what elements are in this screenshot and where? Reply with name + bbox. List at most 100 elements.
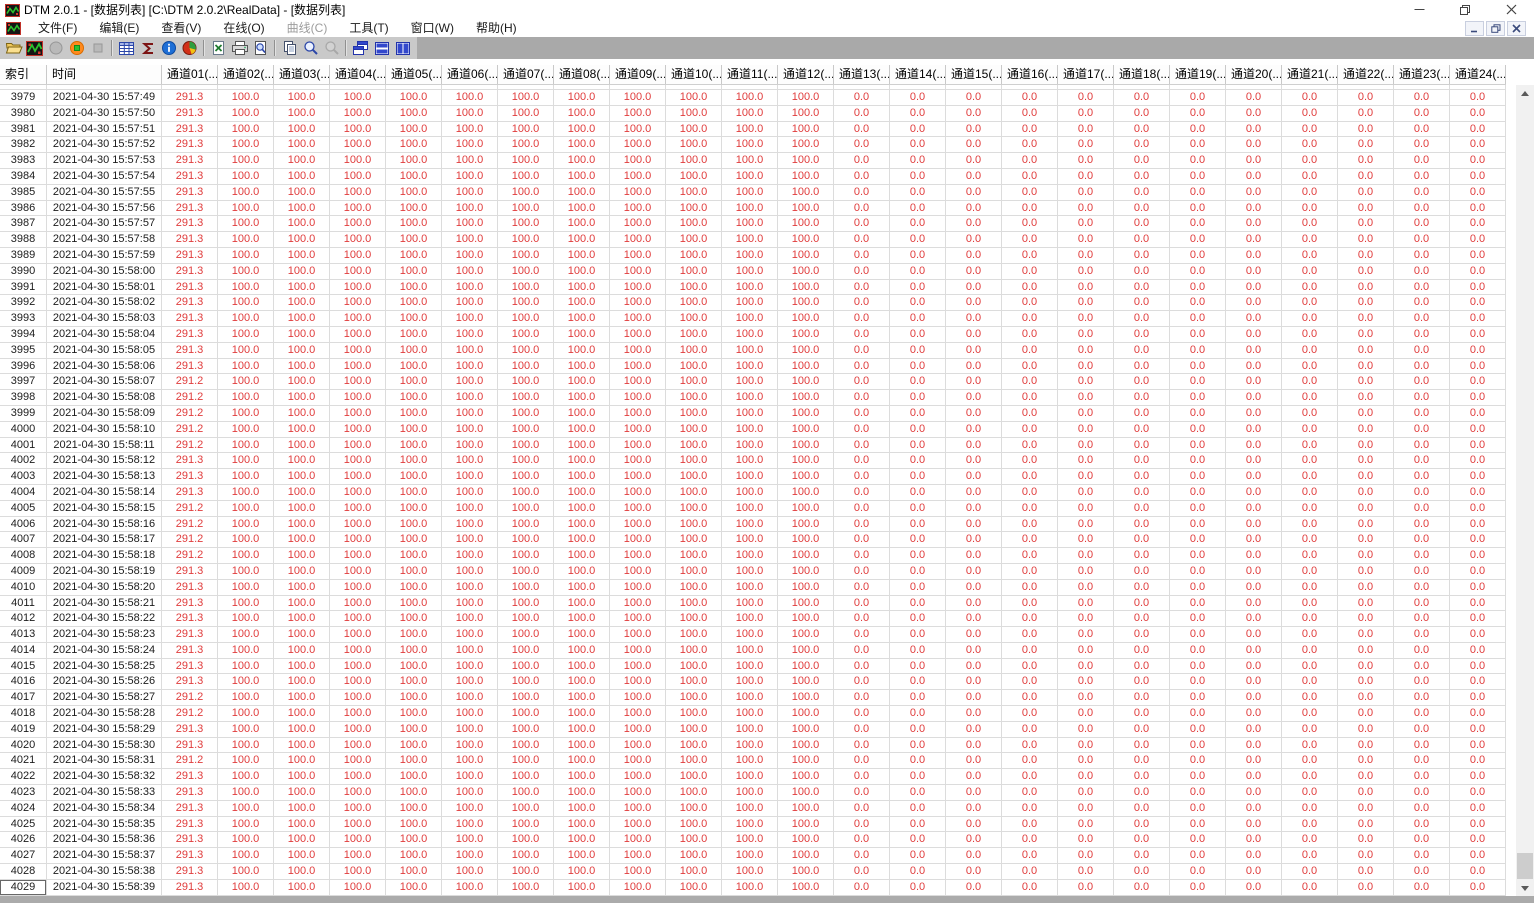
cell-ch04[interactable]: 100.0 bbox=[330, 611, 386, 627]
cell-ch19[interactable]: 0.0 bbox=[1170, 453, 1226, 469]
cell-ch13[interactable]: 0.0 bbox=[834, 105, 890, 121]
cell-ch09[interactable]: 100.0 bbox=[610, 469, 666, 484]
cell-ch05[interactable]: 100.0 bbox=[386, 816, 442, 832]
cell-ch09[interactable]: 100.0 bbox=[610, 642, 666, 658]
cell-ch04[interactable]: 100.0 bbox=[330, 453, 386, 469]
cell-ch20[interactable]: 0.0 bbox=[1226, 627, 1282, 642]
cell-ch13[interactable]: 0.0 bbox=[834, 295, 890, 311]
cell-ch03[interactable]: 100.0 bbox=[274, 816, 330, 832]
cell-index[interactable]: 4011 bbox=[0, 595, 47, 611]
cell-ch07[interactable]: 100.0 bbox=[498, 548, 554, 563]
cell-ch20[interactable]: 0.0 bbox=[1226, 453, 1282, 469]
cell-ch01[interactable]: 291.2 bbox=[162, 516, 218, 532]
cell-ch11[interactable]: 100.0 bbox=[722, 453, 778, 469]
cell-ch01[interactable]: 291.3 bbox=[162, 216, 218, 232]
cell-ch16[interactable]: 0.0 bbox=[1002, 326, 1058, 342]
cell-index[interactable]: 4005 bbox=[0, 500, 47, 516]
cell-ch14[interactable]: 0.0 bbox=[890, 548, 946, 563]
cell-ch13[interactable]: 0.0 bbox=[834, 595, 890, 611]
cell-ch11[interactable]: 100.0 bbox=[722, 153, 778, 168]
cell-time[interactable]: 2021-04-30 15:57:56 bbox=[47, 200, 162, 216]
cell-ch08[interactable]: 100.0 bbox=[554, 279, 610, 295]
cell-ch08[interactable]: 100.0 bbox=[554, 532, 610, 548]
cell-ch15[interactable]: 0.0 bbox=[946, 469, 1002, 484]
cell-ch07[interactable]: 100.0 bbox=[498, 421, 554, 437]
cell-ch09[interactable]: 100.0 bbox=[610, 200, 666, 216]
cell-ch10[interactable]: 100.0 bbox=[666, 469, 722, 484]
cell-ch21[interactable]: 0.0 bbox=[1282, 690, 1338, 706]
cell-ch16[interactable]: 0.0 bbox=[1002, 295, 1058, 311]
cell-ch22[interactable]: 0.0 bbox=[1338, 437, 1394, 453]
cell-ch05[interactable]: 100.0 bbox=[386, 658, 442, 674]
cell-ch17[interactable]: 0.0 bbox=[1058, 548, 1114, 563]
cell-time[interactable]: 2021-04-30 15:58:23 bbox=[47, 627, 162, 642]
scrollbar-thumb[interactable] bbox=[1517, 853, 1533, 879]
cell-ch09[interactable]: 100.0 bbox=[610, 879, 666, 895]
cell-ch11[interactable]: 100.0 bbox=[722, 105, 778, 121]
cell-ch09[interactable]: 100.0 bbox=[610, 737, 666, 753]
cell-ch20[interactable]: 0.0 bbox=[1226, 721, 1282, 737]
cell-ch14[interactable]: 0.0 bbox=[890, 405, 946, 421]
cell-ch15[interactable]: 0.0 bbox=[946, 85, 1002, 89]
cell-ch08[interactable]: 100.0 bbox=[554, 611, 610, 627]
cell-ch19[interactable]: 0.0 bbox=[1170, 121, 1226, 137]
cell-ch21[interactable]: 0.0 bbox=[1282, 153, 1338, 168]
cell-index[interactable]: 4020 bbox=[0, 737, 47, 753]
cell-ch07[interactable]: 100.0 bbox=[498, 769, 554, 785]
cell-ch21[interactable]: 0.0 bbox=[1282, 721, 1338, 737]
cell-ch10[interactable]: 100.0 bbox=[666, 137, 722, 153]
cell-ch02[interactable]: 100.0 bbox=[218, 358, 274, 374]
cell-ch07[interactable]: 100.0 bbox=[498, 816, 554, 832]
cell-ch10[interactable]: 100.0 bbox=[666, 279, 722, 295]
cell-ch15[interactable]: 0.0 bbox=[946, 405, 1002, 421]
cell-ch18[interactable]: 0.0 bbox=[1114, 168, 1170, 184]
cell-ch08[interactable]: 100.0 bbox=[554, 674, 610, 690]
cell-ch21[interactable]: 0.0 bbox=[1282, 421, 1338, 437]
cell-ch03[interactable]: 100.0 bbox=[274, 642, 330, 658]
cell-ch16[interactable]: 0.0 bbox=[1002, 690, 1058, 706]
cell-time[interactable]: 2021-04-30 15:58:36 bbox=[47, 832, 162, 848]
cell-ch11[interactable]: 100.0 bbox=[722, 279, 778, 295]
cell-ch21[interactable]: 0.0 bbox=[1282, 390, 1338, 405]
cell-time[interactable]: 2021-04-30 15:58:05 bbox=[47, 342, 162, 358]
cell-ch08[interactable]: 100.0 bbox=[554, 121, 610, 137]
cell-ch21[interactable]: 0.0 bbox=[1282, 247, 1338, 263]
cell-ch02[interactable]: 100.0 bbox=[218, 706, 274, 721]
cell-ch07[interactable]: 100.0 bbox=[498, 753, 554, 769]
cell-ch14[interactable]: 0.0 bbox=[890, 563, 946, 579]
cell-ch01[interactable]: 291.2 bbox=[162, 374, 218, 390]
cell-index[interactable]: 4014 bbox=[0, 642, 47, 658]
cell-ch20[interactable]: 0.0 bbox=[1226, 263, 1282, 279]
cell-ch04[interactable]: 100.0 bbox=[330, 263, 386, 279]
cell-ch13[interactable]: 0.0 bbox=[834, 769, 890, 785]
cell-ch12[interactable]: 100.0 bbox=[778, 295, 834, 311]
cell-ch04[interactable]: 100.0 bbox=[330, 216, 386, 232]
cell-ch14[interactable]: 0.0 bbox=[890, 816, 946, 832]
cell-ch24[interactable]: 0.0 bbox=[1450, 832, 1506, 848]
cell-ch16[interactable]: 0.0 bbox=[1002, 674, 1058, 690]
cell-ch16[interactable]: 0.0 bbox=[1002, 563, 1058, 579]
cell-ch03[interactable]: 100.0 bbox=[274, 864, 330, 879]
copy-button[interactable] bbox=[279, 38, 300, 58]
cell-ch20[interactable]: 0.0 bbox=[1226, 500, 1282, 516]
cell-ch05[interactable]: 100.0 bbox=[386, 706, 442, 721]
cell-ch15[interactable]: 0.0 bbox=[946, 374, 1002, 390]
cell-ch14[interactable]: 0.0 bbox=[890, 311, 946, 326]
cell-index[interactable]: 4004 bbox=[0, 484, 47, 500]
cell-index[interactable]: 3984 bbox=[0, 168, 47, 184]
cell-ch13[interactable]: 0.0 bbox=[834, 85, 890, 89]
cell-ch14[interactable]: 0.0 bbox=[890, 390, 946, 405]
cell-ch04[interactable]: 100.0 bbox=[330, 342, 386, 358]
cell-ch17[interactable]: 0.0 bbox=[1058, 769, 1114, 785]
cell-ch03[interactable]: 100.0 bbox=[274, 484, 330, 500]
cell-ch14[interactable]: 0.0 bbox=[890, 358, 946, 374]
cell-ch23[interactable]: 0.0 bbox=[1394, 611, 1450, 627]
cell-ch16[interactable]: 0.0 bbox=[1002, 279, 1058, 295]
cell-ch20[interactable]: 0.0 bbox=[1226, 800, 1282, 816]
cell-ch16[interactable]: 0.0 bbox=[1002, 263, 1058, 279]
cell-ch11[interactable]: 100.0 bbox=[722, 216, 778, 232]
cell-ch13[interactable]: 0.0 bbox=[834, 532, 890, 548]
cell-ch07[interactable]: 100.0 bbox=[498, 785, 554, 800]
column-header-ch20[interactable]: 通道20(... bbox=[1226, 65, 1282, 84]
cell-ch01[interactable]: 291.3 bbox=[162, 737, 218, 753]
